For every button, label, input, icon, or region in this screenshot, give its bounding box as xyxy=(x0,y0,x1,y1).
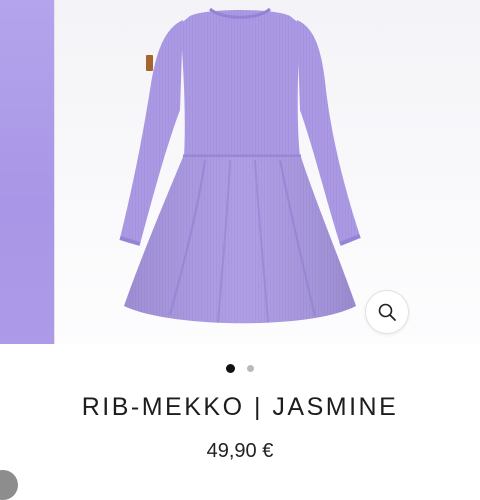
magnifier-icon xyxy=(378,303,396,321)
slide-dot-2[interactable] xyxy=(247,364,254,372)
slide-pagination xyxy=(0,362,480,374)
product-image-gallery[interactable] xyxy=(0,0,480,345)
zoom-button[interactable] xyxy=(365,290,409,334)
previous-slide-image[interactable] xyxy=(0,0,54,344)
product-title: RIB-MEKKO | JASMINE xyxy=(81,393,399,421)
product-price: 49,90 € xyxy=(206,440,274,462)
product-image[interactable] xyxy=(108,0,374,336)
slide-dot-1[interactable] xyxy=(226,363,235,373)
slide-divider xyxy=(54,0,55,344)
floating-button-edge[interactable] xyxy=(0,470,18,500)
